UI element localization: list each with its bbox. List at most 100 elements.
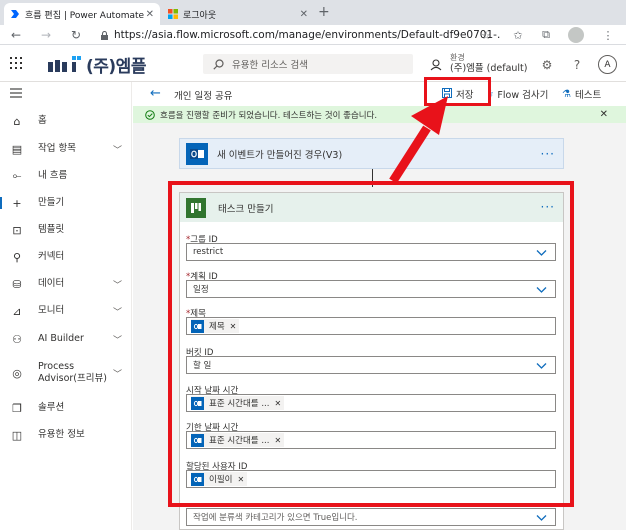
flow-checker-label: Flow 검사기 xyxy=(497,90,549,101)
browser-tab-logout[interactable]: 로그아웃 ✕ xyxy=(162,3,314,25)
back-arrow-icon[interactable]: ← xyxy=(150,86,161,101)
close-icon[interactable]: ✕ xyxy=(600,109,608,120)
search-icon xyxy=(213,58,224,70)
power-automate-icon xyxy=(11,10,19,18)
lock-icon xyxy=(101,30,108,40)
sidebar-item-label: 만들기 xyxy=(38,197,65,208)
ai-builder-icon: ⚇ xyxy=(12,332,22,346)
browser-toolbar: ← → ↻ https://asia.flow.microsoft.com/ma… xyxy=(0,25,626,45)
browser-tab-title: 흐름 편집 | Power Automate xyxy=(25,10,145,21)
banner-message: 흐름을 진행할 준비가 되었습니다. 테스트하는 것이 좋습니다. xyxy=(160,110,378,121)
user-avatar[interactable]: A xyxy=(598,55,617,74)
outlook-icon xyxy=(186,142,208,165)
flow-name: 개인 일정 공유 xyxy=(174,91,233,102)
more-options-icon[interactable]: ··· xyxy=(541,147,555,161)
flow-icon: ⟜ xyxy=(12,169,22,182)
browser-tab-title: 로그아웃 xyxy=(183,10,217,21)
reload-icon[interactable]: ↻ xyxy=(68,27,84,43)
environment-label: 환경 xyxy=(450,53,465,62)
sidebar-item-templates[interactable]: ⊡ 템플릿 xyxy=(0,222,131,238)
app-header: (주)엠플 유용한 리소스 검색 환경 (주)엠플 (default) ⚙ ? … xyxy=(0,46,626,82)
microsoft-icon xyxy=(168,9,178,19)
monitor-icon: ⊿ xyxy=(12,304,22,318)
company-logo: (주)엠플 xyxy=(48,52,146,77)
book-icon: ◫ xyxy=(11,428,23,442)
save-highlight-box xyxy=(424,77,491,106)
app-launcher-icon[interactable] xyxy=(10,57,22,69)
category-placeholder: 작업에 분류색 카테고리가 있으면 True입니다. xyxy=(193,513,358,523)
trigger-card[interactable]: 새 이벤트가 만들어진 경우(V3) ··· xyxy=(179,138,564,169)
sidebar-item-create[interactable]: + 만들기 xyxy=(0,195,131,211)
sidebar-item-label: 커넥터 xyxy=(38,251,65,262)
brand-name: (주)엠플 xyxy=(86,56,146,77)
environment-picker[interactable]: 환경 (주)엠플 (default) xyxy=(450,52,528,74)
close-tab-icon[interactable]: ✕ xyxy=(300,9,308,20)
browser-tab-flow-edit[interactable]: 흐름 편집 | Power Automate ✕ xyxy=(4,3,160,25)
sidebar-item-label: Process Advisor(프리뷰) xyxy=(38,361,107,384)
flask-icon: ⚗ xyxy=(562,88,571,100)
sidebar-item-solutions[interactable]: ❐ 솔루션 xyxy=(0,400,131,416)
sidebar-item-label: 데이터 xyxy=(38,278,65,289)
environment-icon xyxy=(430,59,442,71)
solution-icon: ❐ xyxy=(12,401,22,415)
home-icon: ⌂ xyxy=(13,114,21,128)
plus-icon: + xyxy=(12,196,22,210)
sidebar-item-connectors[interactable]: ⚲ 커넥터 xyxy=(0,249,131,265)
forward-arrow-icon[interactable]: → xyxy=(38,27,54,43)
checkmark-circle-icon xyxy=(145,109,155,120)
flow-checker-button[interactable]: ⚕ Flow 검사기 xyxy=(488,87,549,102)
test-button[interactable]: ⚗ 테스트 xyxy=(562,87,602,102)
template-icon: ⊡ xyxy=(12,223,22,237)
sidebar-item-label: 작업 항목 xyxy=(38,143,76,154)
hamburger-menu-icon[interactable] xyxy=(10,88,22,98)
test-label: 테스트 xyxy=(574,90,602,101)
sidebar-item-monitor[interactable]: ⊿ 모니터 ﹀ xyxy=(0,303,131,319)
search-input[interactable]: 유용한 리소스 검색 xyxy=(203,54,413,74)
chevron-down-icon: ﹀ xyxy=(113,335,123,346)
chevron-down-icon: ﹀ xyxy=(113,145,123,156)
browser-tab-strip: 흐름 편집 | Power Automate ✕ 로그아웃 ✕ + xyxy=(0,0,626,25)
browser-menu-icon[interactable]: ⋮ xyxy=(600,27,616,43)
help-icon[interactable]: ? xyxy=(570,58,584,72)
back-arrow-icon[interactable]: ← xyxy=(8,27,24,43)
search-placeholder: 유용한 리소스 검색 xyxy=(232,60,308,71)
chevron-down-icon xyxy=(536,515,547,521)
favorites-list-icon[interactable]: ✩ xyxy=(510,27,526,43)
connector-icon: ⚲ xyxy=(12,250,22,264)
ready-banner: 흐름을 진행할 준비가 되었습니다. 테스트하는 것이 좋습니다. ✕ xyxy=(133,106,626,123)
sidebar-item-label: 홈 xyxy=(38,115,47,126)
database-icon: ⛁ xyxy=(12,277,22,291)
chevron-down-icon: ﹀ xyxy=(113,280,123,291)
new-tab-icon[interactable]: + xyxy=(318,4,330,20)
sidebar-item-learn[interactable]: ◫ 유용한 정보 xyxy=(0,427,131,443)
sidebar-item-home[interactable]: ⌂ 홈 xyxy=(0,113,131,129)
close-tab-icon[interactable]: ✕ xyxy=(146,9,154,20)
sidebar-item-label: 템플릿 xyxy=(38,224,65,235)
chevron-down-icon: ﹀ xyxy=(113,369,123,380)
clipboard-icon: ▤ xyxy=(11,142,23,156)
sidebar-item-ai-builder[interactable]: ⚇ AI Builder ﹀ xyxy=(0,331,131,347)
chevron-down-icon: ﹀ xyxy=(113,307,123,318)
command-bar: ← 개인 일정 공유 저장 ⚕ Flow 검사기 ⚗ 테스트 xyxy=(132,82,626,106)
sidebar-item-label: AI Builder xyxy=(38,333,84,344)
sidebar-item-my-flows[interactable]: ⟜ 내 흐름 xyxy=(0,168,131,184)
sidebar-item-label: 모니터 xyxy=(38,305,65,316)
gear-icon[interactable]: ⚙ xyxy=(540,58,554,72)
sidebar-item-label: 내 흐름 xyxy=(38,170,68,181)
favorite-star-icon[interactable]: ☆ xyxy=(478,27,494,43)
process-advisor-icon: ◎ xyxy=(12,366,22,380)
sidebar-item-action-items[interactable]: ▤ 작업 항목 ﹀ xyxy=(0,141,131,157)
environment-value: (주)엠플 (default) xyxy=(450,63,528,74)
category-dropdown[interactable]: 작업에 분류색 카테고리가 있으면 True입니다. xyxy=(186,508,556,526)
sidebar-item-process-advisor[interactable]: ◎ Process Advisor(프리뷰) ﹀ xyxy=(0,359,131,387)
sidebar-item-data[interactable]: ⛁ 데이터 ﹀ xyxy=(0,276,131,292)
action-highlight-box xyxy=(168,181,574,507)
browser-profile-icon[interactable] xyxy=(568,27,584,43)
address-bar[interactable]: https://asia.flow.microsoft.com/manage/e… xyxy=(100,27,500,43)
sidebar-item-label: 솔루션 xyxy=(38,402,65,413)
trigger-title: 새 이벤트가 만들어진 경우(V3) xyxy=(217,149,343,161)
url-text: https://asia.flow.microsoft.com/manage/e… xyxy=(114,29,500,41)
sidebar-item-label: 유용한 정보 xyxy=(38,429,85,440)
left-navigation: ⌂ 홈 ▤ 작업 항목 ﹀ ⟜ 내 흐름 + 만들기 ⊡ 템플릿 ⚲ 커넥터 ⛁… xyxy=(0,82,132,530)
collections-icon[interactable]: ⧉ xyxy=(538,27,554,43)
